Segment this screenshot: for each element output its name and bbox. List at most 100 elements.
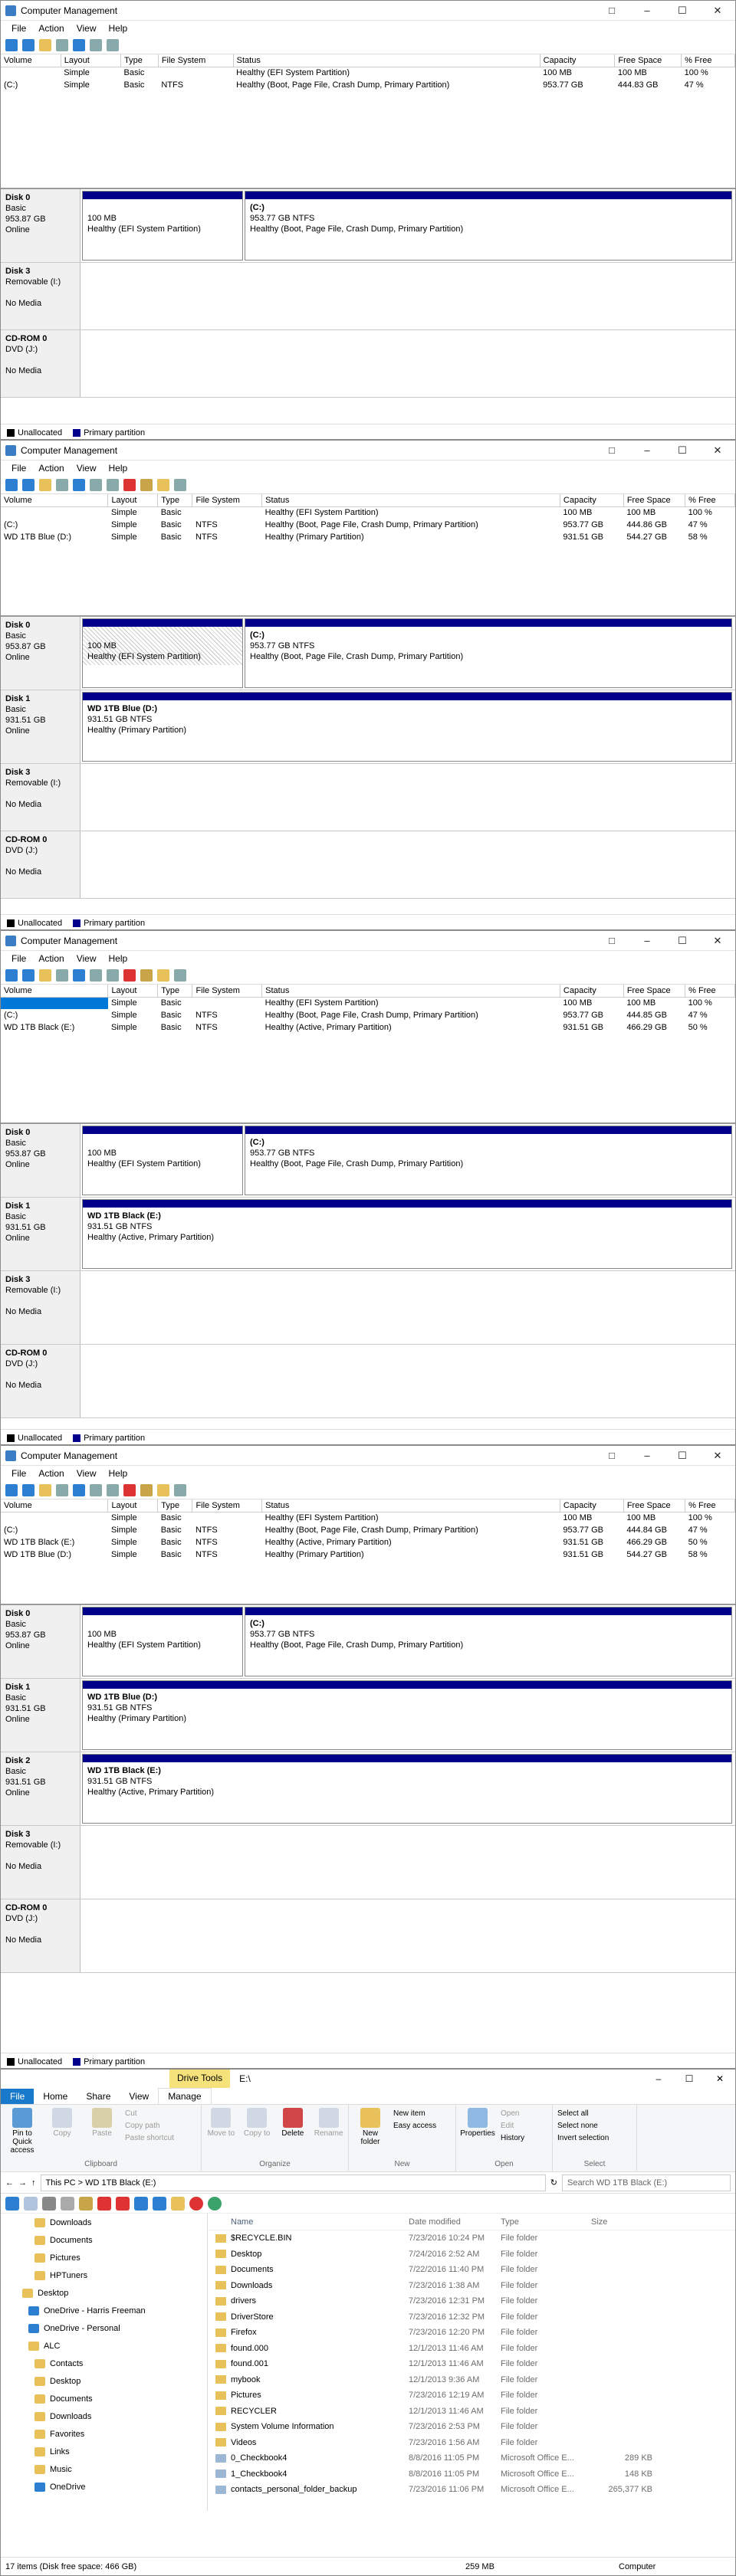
- file-row[interactable]: Pictures 7/23/2016 12:19 AM File folder: [208, 2388, 735, 2404]
- cut-button[interactable]: Cut: [125, 2108, 174, 2120]
- close-icon[interactable]: ✕: [700, 1450, 735, 1462]
- list-icon[interactable]: [90, 968, 102, 982]
- tab-file[interactable]: File: [1, 2089, 34, 2104]
- column-header[interactable]: % Free: [685, 985, 735, 998]
- maximize-icon[interactable]: ☐: [665, 1450, 700, 1462]
- folder-icon[interactable]: [39, 968, 51, 982]
- history-button[interactable]: History: [501, 2132, 524, 2145]
- nav-item[interactable]: ALC: [1, 2337, 207, 2355]
- cut-icon[interactable]: [42, 2196, 56, 2211]
- nav-item[interactable]: Downloads: [1, 2407, 207, 2425]
- nav-item[interactable]: OneDrive - Personal: [1, 2319, 207, 2337]
- disk-info[interactable]: Disk 1 Basic 931.51 GB Online: [1, 690, 80, 763]
- paste-button[interactable]: Paste: [85, 2108, 119, 2155]
- paste-shortcut-button[interactable]: Paste shortcut: [125, 2132, 174, 2145]
- close-icon[interactable]: ✕: [700, 444, 735, 457]
- nav-item[interactable]: Favorites: [1, 2425, 207, 2443]
- list-icon[interactable]: [90, 38, 102, 51]
- partition-block[interactable]: 100 MB Healthy (EFI System Partition): [82, 1126, 243, 1195]
- new-icon[interactable]: [157, 478, 169, 491]
- tab-view[interactable]: View: [120, 2089, 158, 2104]
- volume-row[interactable]: Simple Basic Healthy (EFI System Partition…: [1, 1512, 735, 1524]
- copy-path-button[interactable]: Copy path: [125, 2120, 174, 2132]
- folder-icon[interactable]: [39, 478, 51, 491]
- column-header[interactable]: Capacity: [560, 1499, 624, 1512]
- partition-block[interactable]: (C:) 953.77 GB NTFS Healthy (Boot, Page Fi…: [245, 1126, 732, 1195]
- close-icon[interactable]: ✕: [700, 5, 735, 17]
- volume-row[interactable]: (C:) Simple Basic NTFS Healthy (Boot, Page F…: [1, 1009, 735, 1021]
- column-size[interactable]: Size: [591, 2217, 652, 2227]
- column-header[interactable]: Status: [261, 1499, 560, 1512]
- maximize-icon[interactable]: ☐: [665, 444, 700, 457]
- restore-icon[interactable]: □: [594, 444, 629, 456]
- minimize-icon[interactable]: –: [629, 444, 665, 456]
- console-icon[interactable]: [56, 478, 68, 491]
- new-icon[interactable]: [157, 968, 169, 982]
- rename-button[interactable]: Rename: [314, 2108, 343, 2138]
- partition-block[interactable]: WD 1TB Blue (D:) 931.51 GB NTFS Healthy (P…: [82, 1680, 732, 1750]
- delete-button[interactable]: Delete: [278, 2108, 308, 2138]
- volume-row[interactable]: Simple Basic Healthy (EFI System Partition…: [1, 506, 735, 519]
- disk-info[interactable]: Disk 1 Basic 931.51 GB Online: [1, 1679, 80, 1752]
- network-icon[interactable]: [208, 2196, 222, 2211]
- file-row[interactable]: $RECYCLE.BIN 7/23/2016 10:24 PM File folde…: [208, 2230, 735, 2247]
- column-header[interactable]: Type: [157, 494, 193, 507]
- tab-share[interactable]: Share: [77, 2089, 120, 2104]
- nav-item[interactable]: Desktop: [1, 2284, 207, 2302]
- globe-icon[interactable]: [5, 2196, 19, 2211]
- column-header[interactable]: Volume: [1, 1499, 109, 1512]
- minimize-icon[interactable]: –: [629, 1450, 665, 1461]
- copy-icon[interactable]: [61, 2196, 74, 2211]
- select-all-button[interactable]: Select all: [557, 2108, 632, 2120]
- delete-icon[interactable]: [123, 968, 136, 982]
- menu-help[interactable]: Help: [103, 953, 134, 964]
- column-header[interactable]: % Free: [681, 54, 735, 67]
- column-header[interactable]: File System: [192, 1499, 263, 1512]
- column-header[interactable]: Free Space: [614, 54, 682, 67]
- list-icon[interactable]: [90, 478, 102, 491]
- check-icon[interactable]: [116, 2196, 130, 2211]
- refresh-toolbar-icon[interactable]: [153, 2196, 166, 2211]
- move-to-button[interactable]: Move to: [206, 2108, 236, 2138]
- view-icon[interactable]: [24, 2196, 38, 2211]
- minimize-icon[interactable]: –: [629, 5, 665, 16]
- column-header[interactable]: Type: [157, 985, 193, 998]
- partition-block[interactable]: 100 MB Healthy (EFI System Partition): [82, 1607, 243, 1676]
- connect-icon[interactable]: [107, 478, 119, 491]
- nav-item[interactable]: Contacts: [1, 2355, 207, 2372]
- file-row[interactable]: Firefox 7/23/2016 12:20 PM File folder: [208, 2325, 735, 2341]
- column-header[interactable]: File System: [192, 494, 263, 507]
- close-icon[interactable]: ✕: [700, 935, 735, 947]
- volume-row[interactable]: Simple Basic Healthy (EFI System Partition…: [1, 67, 735, 79]
- invert-selection-button[interactable]: Invert selection: [557, 2132, 632, 2145]
- disk-info[interactable]: CD-ROM 0 DVD (J:) No Media: [1, 831, 80, 898]
- properties-icon[interactable]: [140, 478, 153, 491]
- partition-block[interactable]: (C:) 953.77 GB NTFS Healthy (Boot, Page Fi…: [245, 191, 732, 261]
- restore-icon[interactable]: □: [594, 1450, 629, 1461]
- column-date-modified[interactable]: Date modified: [409, 2217, 501, 2227]
- file-row[interactable]: drivers 7/23/2016 12:31 PM File folder: [208, 2293, 735, 2309]
- delete-icon[interactable]: [97, 2196, 111, 2211]
- disk-info[interactable]: Disk 2 Basic 931.51 GB Online: [1, 1752, 80, 1825]
- column-header[interactable]: Free Space: [623, 985, 686, 998]
- maximize-icon[interactable]: ☐: [665, 935, 700, 947]
- console-icon[interactable]: [56, 968, 68, 982]
- volume-row[interactable]: (C:) Simple Basic NTFS Healthy (Boot, Page F…: [1, 519, 735, 531]
- select-none-button[interactable]: Select none: [557, 2120, 632, 2132]
- column-header[interactable]: Free Space: [623, 1499, 686, 1512]
- open-button[interactable]: Open: [501, 2108, 524, 2120]
- menu-file[interactable]: File: [5, 1468, 32, 1479]
- column-header[interactable]: % Free: [685, 1499, 735, 1512]
- folder-icon[interactable]: [39, 1483, 51, 1496]
- column-header[interactable]: Layout: [61, 54, 122, 67]
- edit-button[interactable]: Edit: [501, 2120, 524, 2132]
- console-icon[interactable]: [56, 1483, 68, 1496]
- nav-item[interactable]: OneDrive: [1, 2478, 207, 2496]
- tab-manage[interactable]: Manage: [158, 2088, 212, 2104]
- minimize-icon[interactable]: –: [643, 2073, 674, 2084]
- nav-item[interactable]: Links: [1, 2443, 207, 2460]
- column-header[interactable]: Volume: [1, 54, 61, 67]
- folder-icon[interactable]: [171, 2196, 185, 2211]
- column-header[interactable]: Capacity: [560, 985, 624, 998]
- copy-button[interactable]: Copy: [45, 2108, 79, 2155]
